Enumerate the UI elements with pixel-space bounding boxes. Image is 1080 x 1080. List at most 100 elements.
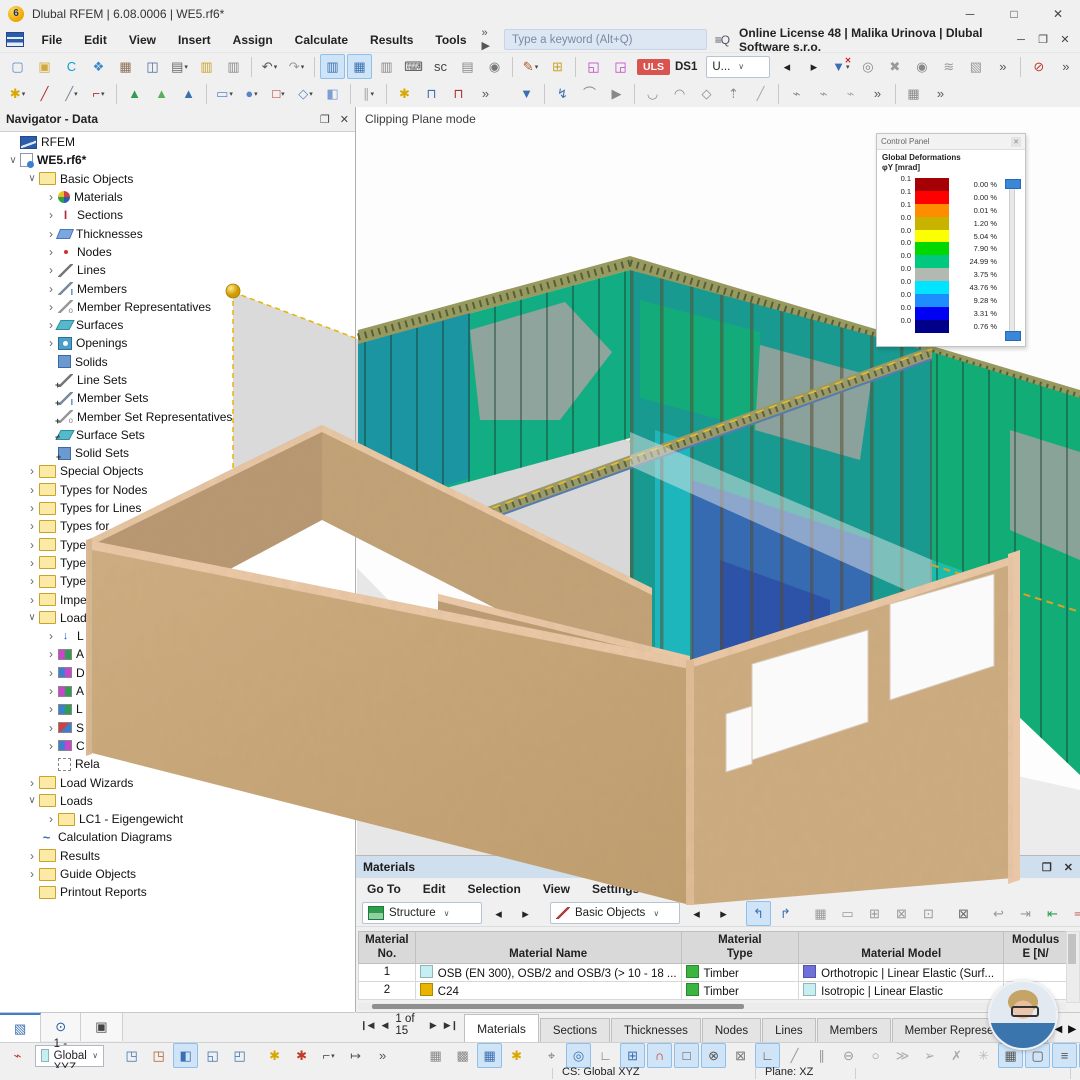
tree-item-we5-rf6[interactable]: ∨WE5.rf6* xyxy=(0,151,355,169)
next-combination-icon[interactable]: ▸ xyxy=(801,54,826,79)
materials-menu-selection[interactable]: Selection xyxy=(456,882,531,896)
more-4-icon[interactable]: » xyxy=(865,81,890,106)
dlubal-flag-icon[interactable] xyxy=(6,32,24,47)
menu-results[interactable]: Results xyxy=(359,27,424,52)
panels-toggle-icon[interactable]: ▥ xyxy=(374,54,399,79)
clip-plane-icon[interactable]: ◧ xyxy=(173,1043,198,1068)
combination-combo[interactable]: U...∨ xyxy=(706,56,770,78)
edit-parameters-icon[interactable]: ⊞ xyxy=(545,54,570,79)
more-1-icon[interactable]: » xyxy=(990,54,1015,79)
tree-item-impe[interactable]: ›Impe xyxy=(0,590,355,608)
table-row[interactable]: 2C24TimberIsotropic | Linear Elastic xyxy=(359,981,1068,999)
table-row[interactable]: 1OSB (EN 300), OSB/2 and OSB/3 (> 10 - 1… xyxy=(359,963,1068,981)
tree-item-special-objects[interactable]: ›Special Objects xyxy=(0,462,355,480)
tree-item-materials[interactable]: ›Materials xyxy=(0,188,355,206)
sync-selection-icon[interactable]: ↰ xyxy=(746,901,771,926)
tree-item-sections[interactable]: ›Sections xyxy=(0,206,355,224)
tree-item-types[interactable]: ›Types xyxy=(0,536,355,554)
tree-item-calculation-diagrams[interactable]: Calculation Diagrams xyxy=(0,828,355,846)
column-header[interactable]: Modulus E [N/ xyxy=(1004,932,1068,964)
model-image-icon[interactable]: ▦ xyxy=(113,54,138,79)
diagram-style-2-icon[interactable]: ⌁ xyxy=(811,81,836,106)
reactions-view-icon[interactable]: ⇡ xyxy=(721,81,746,106)
column-header[interactable]: Material No. xyxy=(359,932,416,964)
new-node-icon[interactable]: ✱▾ xyxy=(5,81,30,106)
tree-item-d[interactable]: ›D xyxy=(0,664,355,682)
tree-item-load-wizards[interactable]: ›Load Wizards xyxy=(0,773,355,791)
surface-results-icon[interactable]: ◠ xyxy=(667,81,692,106)
new-block-icon[interactable]: ◇▾ xyxy=(293,81,318,106)
prev-combination-icon[interactable]: ◂ xyxy=(774,54,799,79)
menu-file[interactable]: File xyxy=(30,27,73,52)
row-delete-icon[interactable]: ⇥ xyxy=(1013,901,1038,926)
tree-item-l[interactable]: ›L xyxy=(0,627,355,645)
grid-new-icon[interactable]: ✱ xyxy=(504,1043,529,1068)
tree-item-lc1-eigengewicht[interactable]: ›LC1 - Eigengewicht xyxy=(0,810,355,828)
table-tab-thicknesses[interactable]: Thicknesses xyxy=(611,1018,701,1043)
maximize-button[interactable]: □ xyxy=(992,1,1036,27)
new-polyline-icon[interactable]: ⌐▾ xyxy=(86,81,111,106)
diagram-style-3-icon[interactable]: ⌁ xyxy=(838,81,863,106)
snap-square-icon[interactable]: □ xyxy=(674,1043,699,1068)
tree-item-thicknesses[interactable]: ›Thicknesses xyxy=(0,224,355,242)
new-opening-icon[interactable]: □▾ xyxy=(266,81,291,106)
menu-overflow[interactable]: » ▶ xyxy=(478,27,501,52)
result-values-icon[interactable]: ≋ xyxy=(936,54,961,79)
search-options-icon[interactable]: ≡Q xyxy=(715,33,729,47)
snap-ortho-icon[interactable]: ∟ xyxy=(755,1043,780,1068)
new-support-icon[interactable]: ✱ xyxy=(392,81,417,106)
tree-item-loads[interactable]: ∨Loads xyxy=(0,792,355,810)
tree-item-s[interactable]: ›S xyxy=(0,719,355,737)
modify-icon[interactable]: ✎▾ xyxy=(518,54,543,79)
table-tab-members[interactable]: Members xyxy=(817,1018,891,1043)
snap-tangent-icon[interactable]: ⊖ xyxy=(836,1043,861,1068)
materials-close-icon[interactable]: ✕ xyxy=(1064,861,1073,874)
result-tables-icon[interactable]: ▦ xyxy=(901,81,926,106)
tree-item-openings[interactable]: ›Openings xyxy=(0,334,355,352)
deformation-view-icon[interactable]: ◡ xyxy=(640,81,665,106)
clip-section-icon[interactable]: ◰ xyxy=(227,1043,252,1068)
tree-item-solids[interactable]: Solids xyxy=(0,353,355,371)
tree-item-types-for-nodes[interactable]: ›Types for Nodes xyxy=(0,481,355,499)
show-results-icon[interactable]: ◉ xyxy=(909,54,934,79)
category-combo[interactable]: Basic Objects∨ xyxy=(550,902,680,924)
row-undo-icon[interactable]: ↩ xyxy=(986,901,1011,926)
dlubal-center-icon[interactable]: C xyxy=(59,54,84,79)
tree-item-types[interactable]: ›Types xyxy=(0,572,355,590)
tree-item-basic-objects[interactable]: ∨Basic Objects xyxy=(0,170,355,188)
copy-offset-icon[interactable]: ∥▾ xyxy=(356,81,381,106)
snap-corner-icon[interactable]: ∟ xyxy=(593,1043,618,1068)
redo-icon[interactable]: ↷▾ xyxy=(284,54,309,79)
tree-item-c[interactable]: ›C xyxy=(0,737,355,755)
coordinate-system-combo[interactable]: 1 - Global XYZ ∨ xyxy=(35,1045,104,1067)
materials-float-icon[interactable]: ❐ xyxy=(1042,861,1052,874)
table-tab-materials[interactable]: Materials xyxy=(464,1014,539,1043)
structure-tool-3-icon[interactable]: ▲ xyxy=(176,81,201,106)
new-printout-report-icon[interactable]: ▥ xyxy=(194,54,219,79)
numbering-icon[interactable]: ✖ xyxy=(882,54,907,79)
more-view-icon[interactable]: » xyxy=(370,1043,395,1068)
snap-grid-icon[interactable]: ⊞ xyxy=(620,1043,645,1068)
pager-first-icon[interactable]: ❙◀ xyxy=(360,1020,374,1031)
menu-edit[interactable]: Edit xyxy=(73,27,118,52)
table-view-5-icon[interactable]: ⊡ xyxy=(916,901,941,926)
mdi-restore-button[interactable]: ❐ xyxy=(1032,30,1054,50)
tree-item-results[interactable]: ›Results xyxy=(0,847,355,865)
combo-next-1-icon[interactable]: ▸ xyxy=(513,901,538,926)
filter-results-icon[interactable]: ▼ xyxy=(514,81,539,106)
print-icon[interactable]: ▤▾ xyxy=(167,54,192,79)
pager-last-icon[interactable]: ▶❙ xyxy=(444,1020,458,1031)
menu-view[interactable]: View xyxy=(118,27,167,52)
clip-delete-icon[interactable]: ◳ xyxy=(146,1043,171,1068)
more-2-icon[interactable]: » xyxy=(1053,54,1078,79)
console-icon[interactable]: ⌨ xyxy=(401,54,426,79)
tree-item-surfaces[interactable]: ›Surfaces xyxy=(0,316,355,334)
snap-box-icon[interactable]: ⊠ xyxy=(728,1043,753,1068)
materials-menu-settings[interactable]: Settings xyxy=(581,882,650,896)
table-tab-lines[interactable]: Lines xyxy=(762,1018,816,1043)
undo-icon[interactable]: ↶▾ xyxy=(257,54,282,79)
column-header[interactable]: Material Name xyxy=(415,932,681,964)
tree-item-member-set-representatives[interactable]: Member Set Representatives xyxy=(0,407,355,425)
grid-show-icon[interactable]: ▦ xyxy=(423,1043,448,1068)
minimize-button[interactable]: ─ xyxy=(948,1,992,27)
